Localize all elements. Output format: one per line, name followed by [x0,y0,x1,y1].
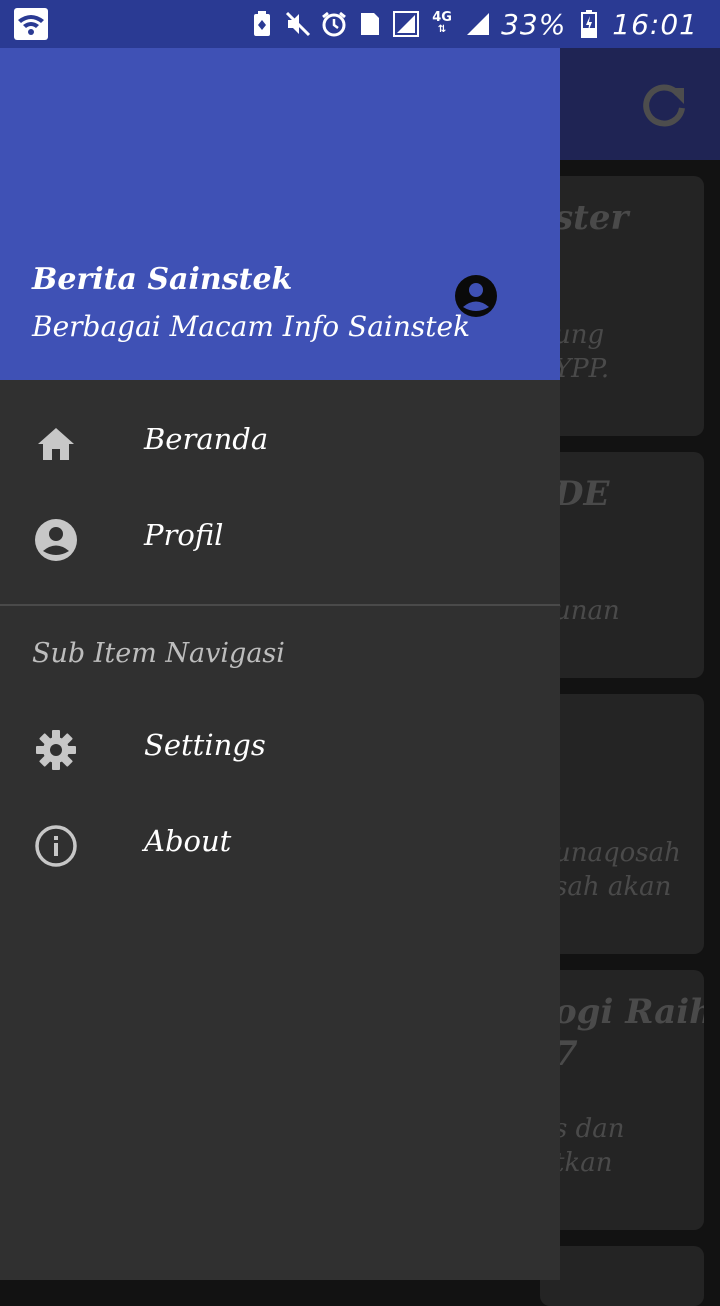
drawer-title: Berita Sainstek [32,262,293,297]
divider [0,604,560,606]
drawer-subtitle: Berbagai Macam Info Sainstek [32,310,471,343]
network-4g-icon: 4G ⇅ [432,10,452,35]
card-text: unan [554,596,620,626]
home-icon [34,422,78,466]
gear-icon [34,728,78,772]
nav-item-label: About [144,824,232,858]
info-icon [34,824,78,868]
signal-icon [393,11,420,37]
news-card[interactable]: ster ung YPP. [540,176,704,436]
nav-item-beranda[interactable]: Beranda [0,396,560,492]
card-text: s dan [554,1114,625,1144]
nav-item-label: Profil [144,518,224,552]
signal-icon [465,11,491,37]
mute-icon [285,11,311,37]
card-title: 7 [554,1034,578,1074]
card-text: tkan [554,1148,613,1178]
card-title: DE [554,474,610,514]
nav-item-profil[interactable]: Profil [0,492,560,588]
battery-saver-icon [249,11,275,37]
nav-item-label: Beranda [144,422,269,456]
card-text: YPP. [554,354,610,384]
sim-icon [357,11,383,37]
news-card[interactable] [540,1246,704,1306]
card-text: ung [554,320,605,350]
clock: 16:01 [612,7,698,41]
battery-icon [576,10,602,38]
nav-item-label: Settings [144,728,266,762]
news-card[interactable]: unaqosah sah akan [540,694,704,954]
battery-percentage: 33% [501,7,567,41]
nav-item-settings[interactable]: Settings [0,702,560,798]
refresh-icon[interactable] [638,80,690,132]
account-circle-icon[interactable] [454,274,498,318]
card-title: ogi Raih [554,992,704,1032]
card-title: ster [554,198,629,238]
nav-item-about[interactable]: About [0,798,560,894]
nav-subheader: Sub Item Navigasi [32,638,285,669]
alarm-icon [321,11,347,37]
navigation-drawer: Berita Sainstek Berbagai Macam Info Sain… [0,48,560,1280]
card-text: sah akan [554,872,672,902]
account-circle-icon [34,518,78,562]
card-text: unaqosah [554,838,681,868]
news-card[interactable]: ogi Raih 7 s dan tkan [540,970,704,1230]
wifi-icon [14,8,48,40]
network-label: 4G [432,10,452,25]
status-bar: 4G ⇅ 33% 16:01 [0,0,720,48]
news-card[interactable]: DE unan [540,452,704,678]
drawer-header: Berita Sainstek Berbagai Macam Info Sain… [0,48,560,380]
